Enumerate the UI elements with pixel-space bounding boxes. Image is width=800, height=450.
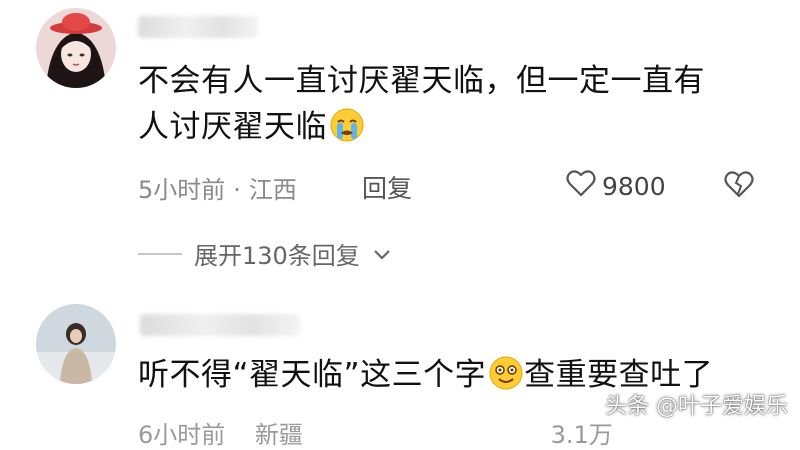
- avatar[interactable]: [36, 304, 116, 384]
- comment-text-line-1: 不会有人一直讨厌翟天临，但一定一直有: [138, 63, 705, 99]
- dizzy-smile-icon: [488, 355, 524, 404]
- comment-text-part-1: 听不得“翟天临”这三个字: [138, 357, 487, 393]
- comment-meta: 5小时前 · 江西: [138, 170, 297, 205]
- like-count: 3.1万: [550, 421, 613, 449]
- crying-face-icon: [329, 107, 365, 156]
- heart-icon: [566, 169, 596, 203]
- divider-line: [138, 252, 182, 255]
- expand-label: 展开130条回复: [194, 242, 360, 270]
- timestamp: 6小时前: [138, 421, 226, 449]
- dislike-button[interactable]: [724, 170, 754, 202]
- comment-text-line-2: 人讨厌翟天临: [138, 109, 327, 145]
- reply-button[interactable]: 回复: [362, 169, 412, 205]
- username[interactable]: [138, 16, 258, 38]
- comment-meta-cutoff: 6小时前 新疆 3.1万: [138, 415, 613, 450]
- username[interactable]: [140, 314, 300, 336]
- location: 江西: [248, 176, 297, 204]
- watermark: 头条 @叶子爱娱乐: [605, 394, 788, 419]
- location: 新疆: [254, 421, 303, 449]
- like-button[interactable]: 9800: [566, 169, 666, 203]
- timestamp: 5小时前: [138, 176, 226, 204]
- chevron-down-icon: [372, 240, 392, 268]
- expand-replies[interactable]: 展开130条回复: [138, 236, 392, 271]
- comment-text: 不会有人一直讨厌翟天临，但一定一直有 人讨厌翟天临: [138, 58, 705, 156]
- like-count: 9800: [602, 171, 666, 201]
- separator: ·: [233, 176, 241, 204]
- broken-heart-icon: [724, 171, 754, 202]
- avatar[interactable]: [36, 8, 116, 88]
